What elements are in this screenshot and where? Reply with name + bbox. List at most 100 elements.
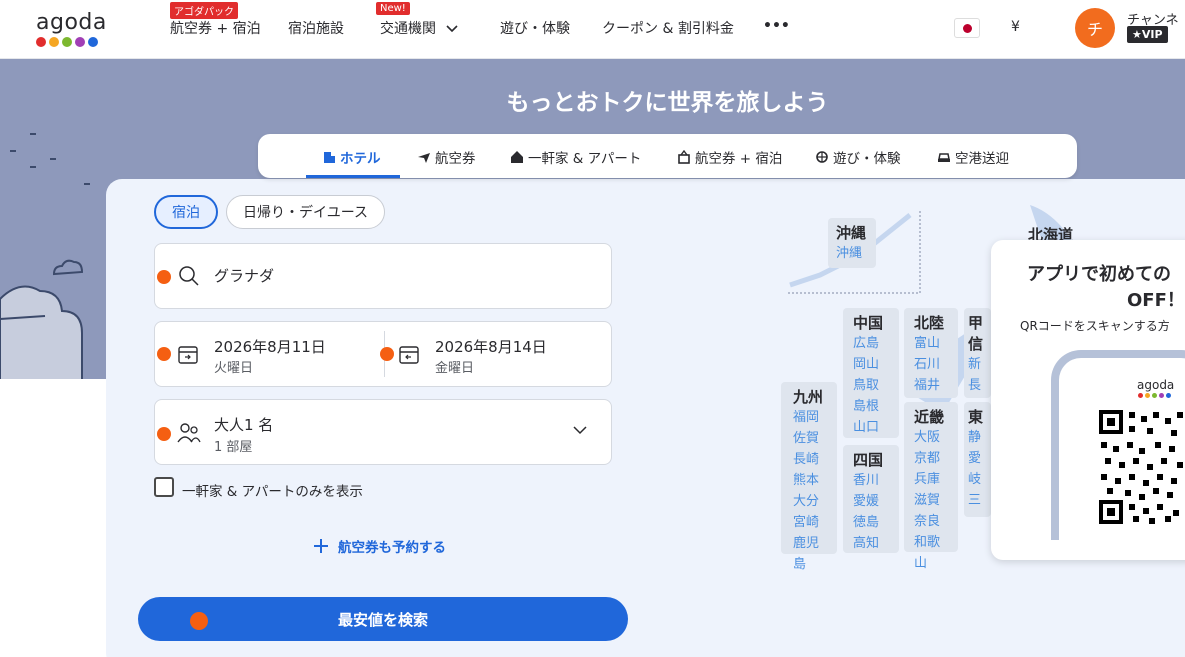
calendar-checkout-icon (399, 346, 419, 364)
region-title: 東 (968, 408, 984, 426)
more-menu-icon[interactable]: ••• (763, 18, 790, 34)
logo-dots (36, 37, 107, 47)
pref-link[interactable]: 宮崎 (793, 512, 825, 533)
add-flight-link[interactable]: 航空券も予約する (312, 536, 446, 556)
tab-flights[interactable]: 航空券 (417, 147, 476, 167)
region-kinki[interactable]: 近畿 大阪 京都 兵庫 滋賀 奈良 和歌山 (904, 402, 958, 571)
pref-link[interactable]: 福井 (914, 375, 948, 396)
search-button[interactable]: 最安値を検索 (138, 597, 628, 641)
region-title: 北陸 (914, 314, 945, 332)
tab-flights-label: 航空券 (435, 151, 476, 167)
pref-link[interactable]: 山 (968, 396, 987, 398)
qr-title-line1: アプリで初めての (1027, 264, 1171, 285)
pref-link[interactable]: 兵庫 (914, 469, 948, 490)
pref-link[interactable]: 島根 (853, 396, 889, 417)
pref-link[interactable]: 鳥取 (853, 375, 889, 396)
hotel-icon (324, 152, 335, 163)
checkin-day: 火曜日 (214, 361, 254, 376)
region-title: 沖縄 (836, 224, 867, 242)
plus-icon (314, 539, 328, 553)
region-koshin[interactable]: 甲信 新 長 山 (964, 308, 991, 398)
nav-coupons[interactable]: クーポン & 割引料金 (602, 18, 734, 38)
tab-airport-transfer-label: 空港送迎 (955, 151, 1009, 167)
pref-link[interactable]: 静 (968, 427, 987, 448)
tab-hotel-label: ホテル (340, 151, 381, 167)
tab-airport-transfer[interactable]: 空港送迎 (937, 147, 1009, 167)
pref-link[interactable]: 奈良 (914, 511, 948, 532)
tab-activities-label: 遊び・体験 (833, 151, 901, 167)
pref-link[interactable]: 大分 (793, 491, 825, 512)
activity-icon (816, 151, 828, 163)
pref-link[interactable]: 香川 (853, 470, 889, 491)
stay-type-dayuse[interactable]: 日帰り・デイユース (226, 195, 385, 229)
region-hokuriku[interactable]: 北陸 富山 石川 福井 (904, 308, 958, 398)
region-chugoku[interactable]: 中国 広島 岡山 鳥取 島根 山口 (843, 308, 899, 438)
tab-hotel[interactable]: ホテル (322, 147, 381, 167)
pref-link[interactable]: 新 (968, 354, 987, 375)
nav-transport[interactable]: 交通機関 (380, 18, 459, 38)
agoda-logo[interactable]: agoda (36, 10, 107, 47)
chevron-down-icon[interactable] (572, 424, 588, 436)
homes-only-checkbox[interactable] (154, 477, 174, 497)
pref-link[interactable]: 和歌山 (914, 532, 948, 574)
pref-link[interactable]: 高知 (853, 533, 889, 554)
checkin-date[interactable]: 2026年8月11日 (214, 336, 326, 357)
pref-link[interactable]: 大阪 (914, 427, 948, 448)
pref-link[interactable]: 山口 (853, 417, 889, 438)
pref-link[interactable]: 広島 (853, 333, 889, 354)
house-icon (511, 151, 523, 163)
tab-packages[interactable]: 航空券 + 宿泊 (677, 147, 782, 167)
user-avatar[interactable]: チ (1075, 8, 1115, 48)
pref-link[interactable]: 福岡 (793, 407, 825, 428)
pref-link[interactable]: 三 (968, 490, 987, 511)
stay-type-overnight[interactable]: 宿泊 (154, 195, 218, 229)
phone-logo-text: agoda (1137, 378, 1175, 392)
pref-link[interactable]: 愛媛 (853, 491, 889, 512)
region-title: 甲信 (968, 314, 984, 353)
region-kyushu[interactable]: 九州 福岡 佐賀 長崎 熊本 大分 宮崎 鹿児島 (781, 382, 837, 572)
pref-link[interactable]: 熊本 (793, 470, 825, 491)
qr-subtitle: QRコードをスキャンする方 (1020, 319, 1170, 333)
pref-link[interactable]: 長崎 (793, 449, 825, 470)
add-flight-label: 航空券も予約する (338, 540, 446, 556)
annotation-dot (380, 347, 394, 361)
search-icon (179, 266, 199, 286)
chevron-down-icon (446, 25, 459, 33)
pref-link[interactable]: 佐賀 (793, 428, 825, 449)
nav-activities[interactable]: 遊び・体験 (500, 18, 570, 38)
pref-link[interactable]: 長 (968, 375, 987, 396)
calendar-checkin-icon (178, 346, 198, 364)
tab-packages-label: 航空券 + 宿泊 (695, 151, 783, 167)
pref-link[interactable]: 徳島 (853, 512, 889, 533)
rooms-count: 1 部屋 (214, 440, 253, 455)
tab-activities[interactable]: 遊び・体験 (815, 147, 901, 167)
region-tokai[interactable]: 東 静 愛 岐 三 (964, 402, 991, 517)
japan-flag-icon[interactable] (954, 18, 980, 38)
pref-link[interactable]: 岡山 (853, 354, 889, 375)
currency-selector[interactable]: ¥ (1011, 19, 1020, 35)
pref-link[interactable]: 滋賀 (914, 490, 948, 511)
nav-flight-hotel[interactable]: 航空券 + 宿泊 (170, 18, 261, 38)
checkout-date[interactable]: 2026年8月14日 (435, 336, 547, 357)
region-okinawa[interactable]: 沖縄 沖縄 (828, 218, 876, 268)
region-shikoku[interactable]: 四国 香川 愛媛 徳島 高知 (843, 445, 899, 553)
car-icon (938, 153, 950, 162)
annotation-dot (190, 612, 208, 630)
package-icon (678, 150, 690, 164)
nav-accommodation[interactable]: 宿泊施設 (288, 18, 344, 38)
pref-link[interactable]: 愛 (968, 448, 987, 469)
pref-link[interactable]: 沖縄 (836, 243, 868, 264)
tab-homes[interactable]: 一軒家 & アパート (510, 147, 641, 167)
pref-link[interactable]: 鹿児島 (793, 533, 825, 575)
pref-link[interactable]: 岐 (968, 469, 987, 490)
decorative-clouds (0, 133, 90, 379)
annotation-dot (157, 347, 171, 361)
destination-input[interactable]: グラナダ (214, 265, 274, 286)
pref-link[interactable]: 富山 (914, 333, 948, 354)
nav-transport-label: 交通機関 (380, 21, 436, 37)
region-title: 近畿 (914, 408, 945, 426)
region-title: 九州 (793, 388, 824, 406)
annotation-dot (157, 270, 171, 284)
pref-link[interactable]: 京都 (914, 448, 948, 469)
pref-link[interactable]: 石川 (914, 354, 948, 375)
